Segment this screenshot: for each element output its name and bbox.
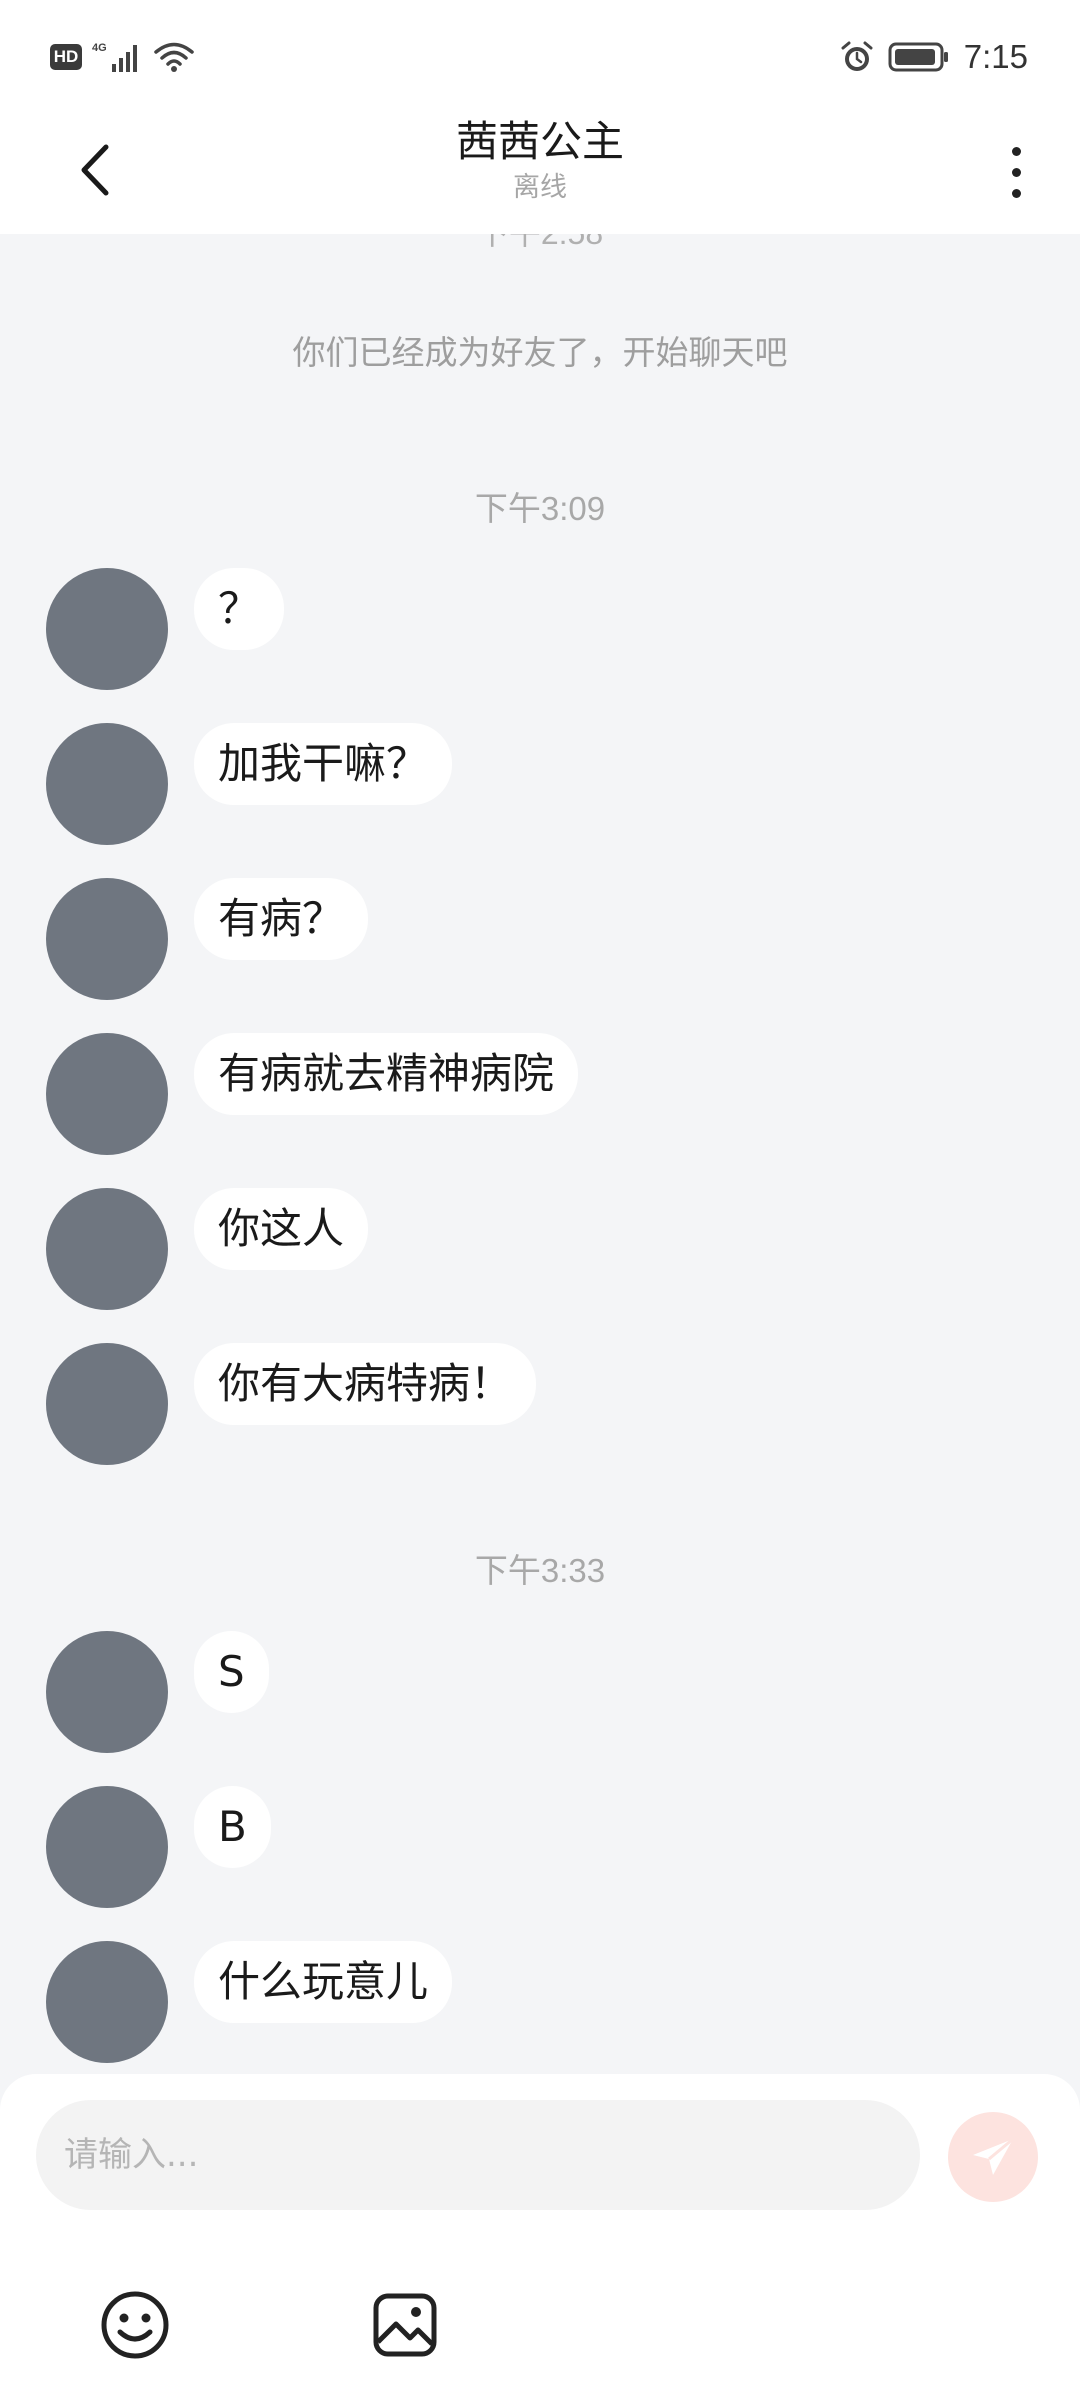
avatar[interactable] (46, 1343, 168, 1465)
status-right: 7:15 (840, 38, 1028, 76)
battery-icon (888, 42, 948, 72)
chat-header: 茜茜公主 离线 (0, 110, 1080, 234)
message-input[interactable] (36, 2100, 920, 2210)
message-list[interactable]: 下午2:58 你们已经成为好友了，开始聊天吧 下午3:09 ？ 加我干嘛？ 有病… (0, 234, 1080, 2074)
timestamp-cut: 下午2:58 (0, 234, 1080, 254)
emoji-button[interactable] (98, 2288, 172, 2362)
title-block: 茜茜公主 离线 (0, 114, 1080, 206)
avatar[interactable] (46, 723, 168, 845)
message-bubble[interactable]: 什么玩意儿 (194, 1941, 453, 2023)
system-message: 你们已经成为好友了，开始聊天吧 (292, 333, 788, 372)
avatar[interactable] (46, 1033, 168, 1155)
avatar[interactable] (46, 568, 168, 690)
image-button[interactable] (368, 2288, 442, 2362)
message-bubble[interactable]: S (194, 1631, 269, 1713)
avatar[interactable] (46, 1786, 168, 1908)
avatar[interactable] (46, 1941, 168, 2063)
status-bar: HD 4G 7:15 (0, 0, 1080, 110)
online-status: 离线 (513, 172, 567, 203)
message-bubble[interactable]: 有病？ (194, 878, 369, 960)
emoji-icon (101, 2291, 169, 2359)
message-bubble[interactable]: 你这人 (194, 1188, 369, 1270)
contact-name: 茜茜公主 (455, 117, 624, 166)
timestamp: 下午3:33 (474, 1552, 606, 1589)
alarm-icon (841, 41, 873, 71)
image-icon (373, 2293, 437, 2357)
avatar[interactable] (46, 1631, 168, 1753)
message-bubble[interactable]: ？ (194, 568, 285, 650)
clock-time: 7:15 (963, 38, 1028, 75)
wifi-icon (154, 42, 194, 72)
avatar[interactable] (46, 878, 168, 1000)
signal-icon: 4G (92, 42, 137, 72)
hd-icon: HD (50, 44, 82, 70)
avatar[interactable] (46, 1188, 168, 1310)
network-type-label: 4G (92, 42, 107, 54)
more-vertical-icon-dot (1011, 188, 1021, 198)
more-vertical-icon (1011, 146, 1021, 156)
send-button[interactable] (948, 2112, 1038, 2202)
status-left: HD 4G (50, 40, 194, 74)
message-bubble[interactable]: 有病就去精神病院 (194, 1033, 579, 1115)
more-options-button[interactable] (996, 132, 1036, 212)
timestamp: 下午3:09 (474, 490, 606, 527)
message-bubble[interactable]: 你有大病特病！ (194, 1343, 537, 1425)
send-icon (973, 2137, 1014, 2175)
message-bubble[interactable]: 加我干嘛？ (194, 723, 453, 805)
more-vertical-icon-dot (1011, 167, 1021, 177)
message-bubble[interactable]: B (194, 1786, 271, 1868)
input-panel (0, 2074, 1080, 2388)
